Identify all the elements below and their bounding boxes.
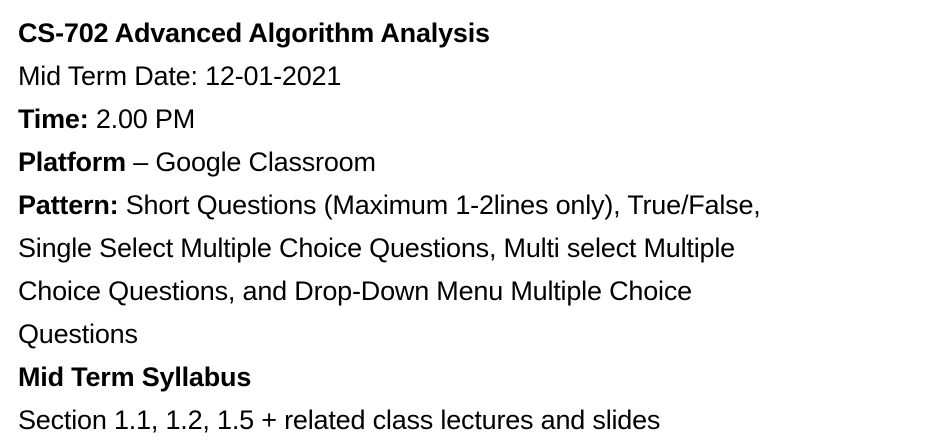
course-title: CS-702 Advanced Algorithm Analysis: [18, 18, 490, 48]
platform-line: Platform – Google Classroom: [18, 141, 923, 184]
mid-term-date-label: Mid Term Date:: [18, 61, 198, 91]
pattern-label: Pattern:: [18, 190, 119, 220]
mid-term-date-line: Mid Term Date: 12-01-2021: [18, 55, 923, 98]
pattern-line-2: Single Select Multiple Choice Questions,…: [18, 233, 735, 263]
pattern-text-1: Short Questions (Maximum 1-2lines only),…: [125, 190, 761, 220]
platform-separator: –: [133, 147, 149, 177]
syllabus-heading: Mid Term Syllabus: [18, 362, 252, 392]
pattern-line-4: Questions: [18, 319, 138, 349]
time-value: 2.00 PM: [95, 104, 195, 134]
pattern-line-3: Choice Questions, and Drop-Down Menu Mul…: [18, 276, 692, 306]
platform-value: Google Classroom: [155, 147, 376, 177]
syllabus-content: Section 1.1, 1.2, 1.5 + related class le…: [18, 405, 661, 435]
mid-term-date-value: 12-01-2021: [205, 61, 342, 91]
pattern-line-1: Pattern: Short Questions (Maximum 1-2lin…: [18, 184, 923, 227]
exam-notice: CS-702 Advanced Algorithm Analysis Mid T…: [18, 12, 923, 442]
time-label: Time:: [18, 104, 89, 134]
platform-label: Platform: [18, 147, 126, 177]
time-line: Time: 2.00 PM: [18, 98, 923, 141]
